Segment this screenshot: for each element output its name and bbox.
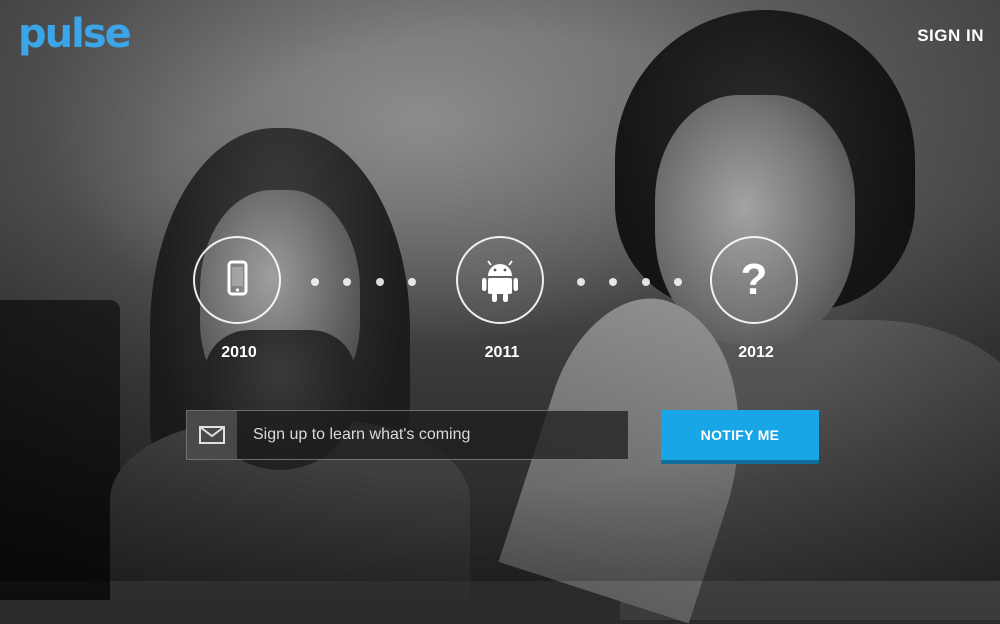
email-input[interactable]	[237, 411, 628, 459]
notify-me-button[interactable]: NOTIFY ME	[661, 410, 819, 460]
phone-icon	[227, 260, 248, 296]
timeline-dot	[642, 278, 650, 286]
timeline-dot	[609, 278, 617, 286]
timeline-stage-2012: ?	[710, 236, 798, 324]
timeline-stage-2011	[456, 236, 544, 324]
timeline-dot	[674, 278, 682, 286]
timeline-dot	[577, 278, 585, 286]
android-icon	[482, 260, 518, 302]
timeline-year-2010: 2010	[221, 344, 257, 361]
platform-timeline: 2010 2011 ? 2012	[0, 0, 1000, 581]
timeline-year-2012: 2012	[738, 344, 774, 361]
timeline-dot	[343, 278, 351, 286]
timeline-dot	[311, 278, 319, 286]
timeline-year-2011: 2011	[484, 344, 520, 361]
signup-form	[186, 410, 629, 460]
timeline-dot	[376, 278, 384, 286]
envelope-icon	[187, 411, 237, 459]
timeline-stage-2010	[193, 236, 281, 324]
question-mark-icon: ?	[740, 255, 768, 304]
timeline-dot	[408, 278, 416, 286]
